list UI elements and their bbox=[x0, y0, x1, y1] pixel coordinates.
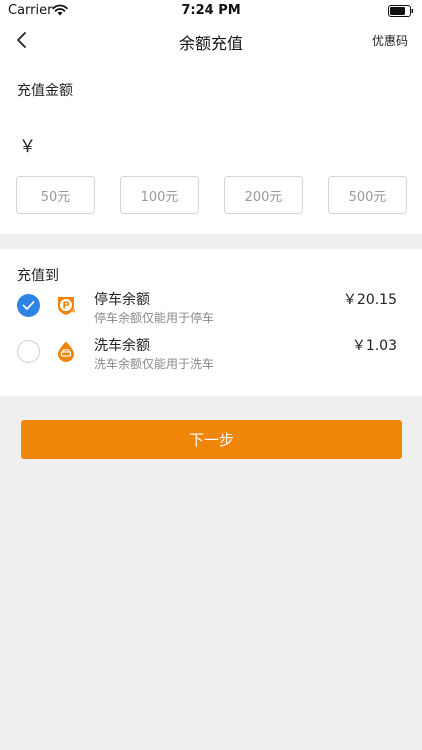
next-step-button[interactable]: 下一步 bbox=[21, 420, 402, 459]
parking-balance-option[interactable]: P 停车余额 停车余额仅能用于停车 ￥20.15 bbox=[0, 287, 422, 327]
recharge-screen: Carrier 7:24 PM 余额充值 优惠码 充值金额 ￥ 50元 100元… bbox=[0, 0, 422, 750]
amount-option-200[interactable]: 200元 bbox=[224, 176, 303, 214]
currency-symbol: ￥ bbox=[19, 137, 36, 157]
checkmark-icon bbox=[22, 301, 35, 310]
parking-balance-title: 停车余额 bbox=[94, 292, 150, 308]
amount-options: 50元 100元 200元 500元 bbox=[16, 176, 407, 214]
car-wash-balance-amount: ￥1.03 bbox=[351, 338, 397, 354]
amount-option-50[interactable]: 50元 bbox=[16, 176, 95, 214]
parking-radio-checked[interactable] bbox=[17, 294, 40, 317]
car-wash-radio-unchecked[interactable] bbox=[17, 340, 40, 363]
battery-icon bbox=[388, 5, 414, 17]
amount-option-100[interactable]: 100元 bbox=[120, 176, 199, 214]
nav-bar: 余额充值 优惠码 bbox=[0, 22, 422, 58]
car-wash-icon bbox=[58, 341, 74, 362]
status-time: 7:24 PM bbox=[181, 3, 241, 18]
amount-option-500[interactable]: 500元 bbox=[328, 176, 407, 214]
car-wash-balance-description: 洗车余额仅能用于洗车 bbox=[94, 357, 215, 371]
parking-balance-description: 停车余额仅能用于停车 bbox=[94, 311, 215, 325]
coupon-code-button[interactable]: 优惠码 bbox=[372, 32, 408, 49]
car-wash-balance-option[interactable]: 洗车余额 洗车余额仅能用于洗车 ￥1.03 bbox=[0, 333, 422, 373]
parking-icon: P bbox=[58, 297, 75, 315]
car-wash-balance-title: 洗车余额 bbox=[94, 338, 150, 354]
status-bar: Carrier 7:24 PM bbox=[0, 0, 422, 22]
svg-text:P: P bbox=[62, 301, 69, 312]
recharge-target-section: 充值到 P 停车余额 停车余额仅能用于停车 ￥20.15 洗车余额 洗车余额仅能… bbox=[0, 249, 422, 396]
amount-input[interactable] bbox=[40, 126, 380, 158]
amount-label: 充值金额 bbox=[17, 83, 73, 99]
page-title: 余额充值 bbox=[178, 34, 243, 53]
amount-section: 充值金额 ￥ 50元 100元 200元 500元 bbox=[0, 58, 422, 234]
parking-balance-amount: ￥20.15 bbox=[342, 292, 397, 308]
recharge-target-label: 充值到 bbox=[17, 268, 59, 284]
